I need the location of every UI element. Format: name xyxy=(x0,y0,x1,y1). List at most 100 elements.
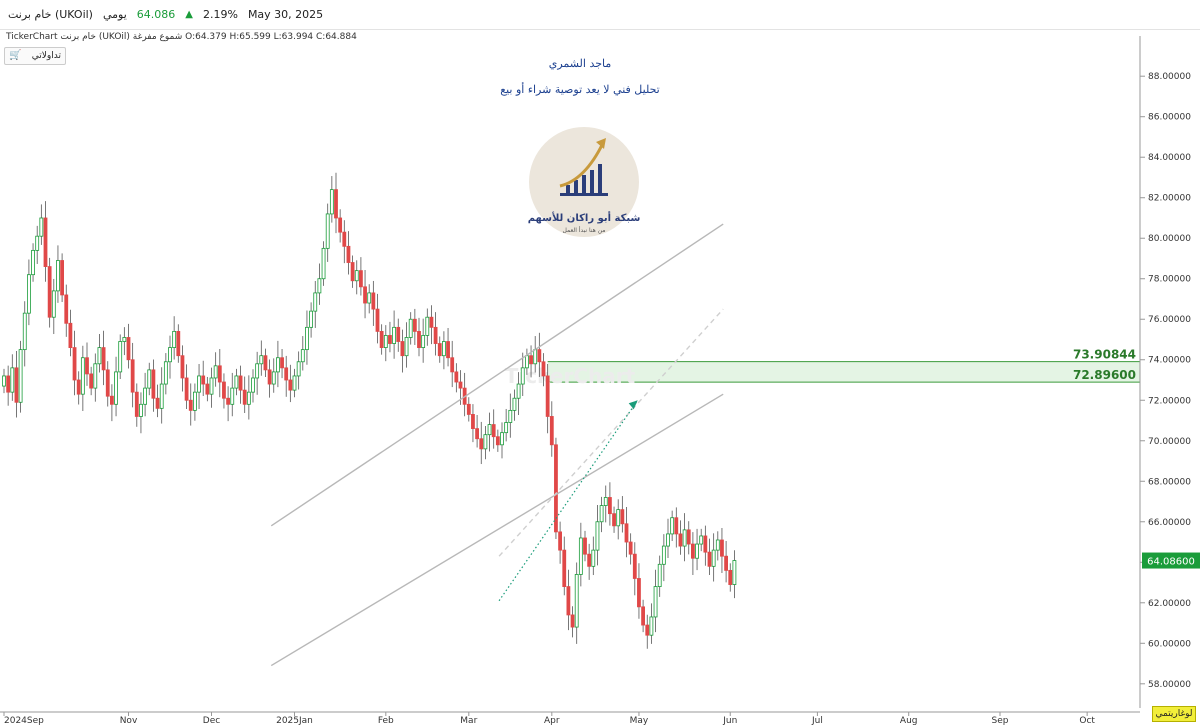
candle-up xyxy=(213,365,218,379)
candle-down xyxy=(587,553,592,567)
candle xyxy=(429,305,434,345)
candle-down xyxy=(64,294,69,324)
candle xyxy=(375,293,380,344)
candle xyxy=(6,365,11,406)
price-tick-label: 84.00000 xyxy=(1148,153,1191,163)
candle-down xyxy=(242,389,247,405)
candle-up xyxy=(525,355,529,369)
candle xyxy=(305,310,309,365)
logo-name: شبكة أبو راكان للأسهم xyxy=(528,211,641,224)
candle-down xyxy=(217,365,222,383)
candle-up xyxy=(309,310,314,328)
current-price-label: 64.08600 xyxy=(1147,557,1195,568)
candle xyxy=(645,614,650,649)
candle xyxy=(707,538,712,576)
candle xyxy=(396,318,401,352)
candle xyxy=(97,334,102,373)
price-tick-label: 70.00000 xyxy=(1148,437,1191,447)
candle-down xyxy=(446,341,450,359)
price-tick-label: 78.00000 xyxy=(1148,275,1191,285)
candle xyxy=(176,324,181,363)
candle-down xyxy=(267,369,272,385)
time-tick-label: Jul xyxy=(811,716,823,726)
candle-up xyxy=(329,189,334,215)
candle xyxy=(620,496,625,533)
candle xyxy=(570,606,575,638)
time-tick-label: Dec xyxy=(203,716,220,726)
candle xyxy=(35,225,40,264)
candle-up xyxy=(300,349,305,363)
candle-down xyxy=(437,343,442,357)
candle-up xyxy=(26,274,31,314)
candle xyxy=(234,368,239,396)
candle xyxy=(558,521,562,564)
candle xyxy=(350,255,355,288)
candle xyxy=(2,368,6,394)
disclaimer-note: تحليل فني لا يعد توصية شراء أو بيع xyxy=(500,83,660,96)
candle-up xyxy=(392,326,397,344)
candle-up xyxy=(139,403,143,417)
candle-up xyxy=(425,316,430,336)
candle-up xyxy=(574,574,579,628)
candle-down xyxy=(263,355,268,371)
candle xyxy=(18,340,23,413)
candle-down xyxy=(637,578,641,608)
log-scale-button[interactable]: لوغاريتمي xyxy=(1152,706,1196,722)
candle xyxy=(267,359,272,398)
candle-down xyxy=(72,347,77,381)
candle-down xyxy=(641,606,645,626)
candle xyxy=(334,172,338,234)
candle xyxy=(637,563,641,619)
candle-down xyxy=(475,428,480,440)
candle xyxy=(60,253,64,303)
candle xyxy=(329,176,334,223)
candle xyxy=(31,243,35,282)
candle-up xyxy=(10,367,15,393)
candle xyxy=(417,317,421,357)
candle xyxy=(495,429,500,452)
candle xyxy=(682,513,687,562)
candle xyxy=(246,375,251,420)
price-tick-label: 74.00000 xyxy=(1148,356,1191,366)
candle-down xyxy=(466,403,471,415)
price-chart[interactable]: 73.9084472.89600 TickerChart شبكة أبو را… xyxy=(0,0,1200,726)
candle xyxy=(43,201,48,282)
candle xyxy=(192,383,197,421)
candle xyxy=(209,367,214,408)
candle-down xyxy=(549,416,554,446)
candle-down xyxy=(6,375,11,393)
candle xyxy=(628,533,633,565)
candle xyxy=(300,336,305,371)
candle-down xyxy=(342,231,347,247)
candle xyxy=(217,349,222,398)
candle xyxy=(508,393,513,438)
candle-down xyxy=(155,397,160,409)
candle-up xyxy=(56,260,60,292)
candle xyxy=(450,340,455,388)
candle-up xyxy=(317,278,322,294)
projection-arrow-icon xyxy=(628,400,638,410)
candle xyxy=(317,263,322,305)
candle-up xyxy=(508,409,513,423)
candle-up xyxy=(234,375,239,389)
candle-up xyxy=(259,355,264,365)
candle-up xyxy=(296,361,301,377)
price-tick-label: 88.00000 xyxy=(1148,72,1191,82)
candle-up xyxy=(118,341,123,373)
candle-down xyxy=(458,381,463,389)
candle xyxy=(180,345,185,392)
candle xyxy=(114,356,118,417)
candle xyxy=(338,209,343,243)
candle xyxy=(732,550,737,599)
candle-up xyxy=(275,357,280,373)
candle-down xyxy=(566,586,571,616)
candle-down xyxy=(47,266,52,318)
candle xyxy=(238,365,243,404)
candle xyxy=(184,364,189,409)
candle-up xyxy=(533,349,538,365)
price-tick-label: 66.00000 xyxy=(1148,518,1191,528)
candle-down xyxy=(620,509,625,525)
candle xyxy=(504,408,509,442)
candle xyxy=(271,358,276,393)
candle xyxy=(80,345,85,411)
